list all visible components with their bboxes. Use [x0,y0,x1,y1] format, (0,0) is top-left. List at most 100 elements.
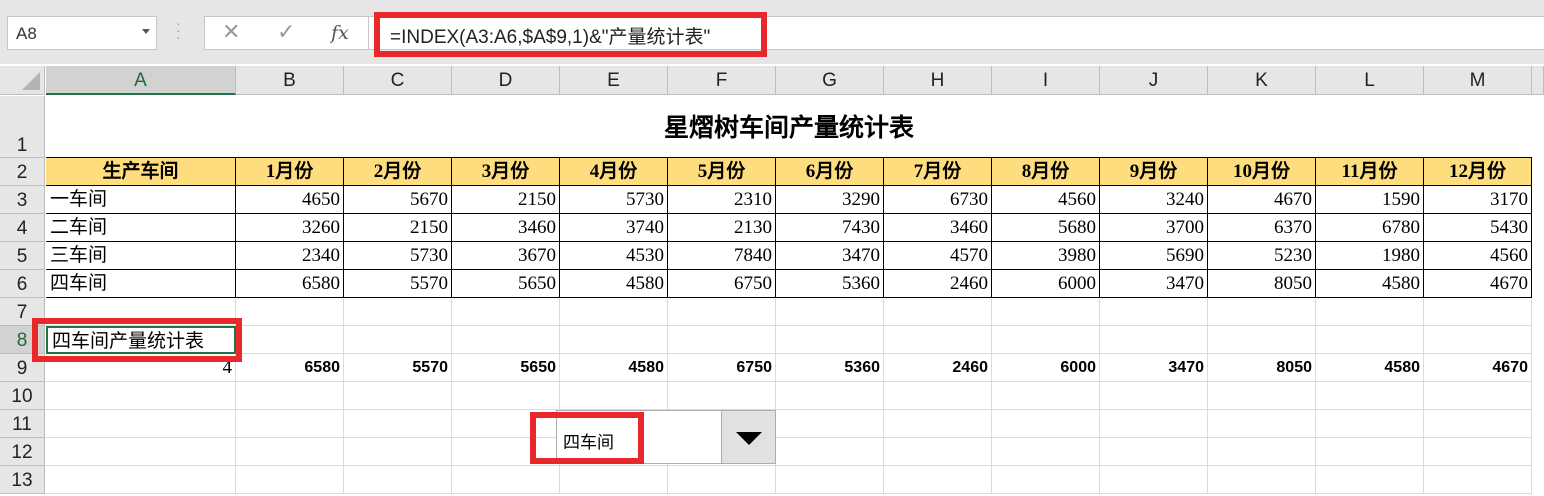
lookup-value-cell[interactable]: 6000 [992,354,1100,382]
empty-cell[interactable] [1100,326,1208,354]
empty-cell[interactable] [1316,382,1424,410]
empty-cell[interactable] [1424,298,1532,326]
empty-cell[interactable] [992,298,1100,326]
sheet-title[interactable]: 星熠树车间产量统计表 [46,96,1532,158]
empty-cell[interactable] [1424,326,1532,354]
empty-cell[interactable] [1100,410,1208,438]
empty-cell[interactable] [884,410,992,438]
column-header-d[interactable]: D [452,66,560,95]
row-header-9[interactable]: 9 [0,354,45,382]
table-value-cell[interactable]: 3290 [776,186,884,214]
empty-cell[interactable] [560,326,668,354]
empty-cell[interactable] [992,382,1100,410]
table-header-cell[interactable]: 12月份 [1424,158,1532,186]
table-value-cell[interactable]: 6730 [884,186,992,214]
table-header-cell[interactable]: 3月份 [452,158,560,186]
empty-cell[interactable] [46,298,236,326]
table-header-cell[interactable]: 10月份 [1208,158,1316,186]
row-header-5[interactable]: 5 [0,242,45,270]
row-header-4[interactable]: 4 [0,214,45,242]
enter-check-icon[interactable]: ✓ [277,19,295,45]
table-value-cell[interactable]: 4580 [560,270,668,298]
table-value-cell[interactable]: 3460 [452,214,560,242]
table-header-cell[interactable]: 7月份 [884,158,992,186]
empty-cell[interactable] [344,298,452,326]
table-value-cell[interactable]: 5730 [560,186,668,214]
table-value-cell[interactable]: 8050 [1208,270,1316,298]
column-header-h[interactable]: H [884,66,992,95]
combo-dropdown-button[interactable] [721,411,775,463]
empty-cell[interactable] [992,438,1100,466]
empty-cell[interactable] [884,382,992,410]
table-header-cell[interactable]: 5月份 [668,158,776,186]
table-value-cell[interactable]: 5690 [1100,242,1208,270]
empty-cell[interactable] [992,466,1100,494]
lookup-value-cell[interactable]: 5650 [452,354,560,382]
index-cell[interactable]: 4 [46,354,236,382]
empty-cell[interactable] [1100,438,1208,466]
empty-cell[interactable] [560,382,668,410]
empty-cell[interactable] [46,382,236,410]
table-value-cell[interactable]: 4650 [236,186,344,214]
column-header-e[interactable]: E [560,66,668,95]
empty-cell[interactable] [668,298,776,326]
table-header-cell[interactable]: 生产车间 [46,158,236,186]
workshop-name-cell[interactable]: 三车间 [46,242,236,270]
empty-cell[interactable] [1208,410,1316,438]
empty-cell[interactable] [776,438,884,466]
table-header-cell[interactable]: 8月份 [992,158,1100,186]
table-value-cell[interactable]: 5730 [344,242,452,270]
chevron-down-icon[interactable] [142,29,150,34]
empty-cell[interactable] [236,382,344,410]
table-value-cell[interactable]: 7840 [668,242,776,270]
table-value-cell[interactable]: 4530 [560,242,668,270]
row-header-6[interactable]: 6 [0,270,45,298]
empty-cell[interactable] [236,438,344,466]
empty-cell[interactable] [776,382,884,410]
table-value-cell[interactable]: 2340 [236,242,344,270]
empty-cell[interactable] [452,410,560,438]
row-header-12[interactable]: 12 [0,438,45,466]
empty-cell[interactable] [1316,410,1424,438]
column-header-k[interactable]: K [1208,66,1316,95]
table-value-cell[interactable]: 3470 [1100,270,1208,298]
empty-cell[interactable] [884,438,992,466]
select-all-corner[interactable] [0,66,45,95]
table-value-cell[interactable]: 5650 [452,270,560,298]
empty-cell[interactable] [1208,326,1316,354]
table-value-cell[interactable]: 3740 [560,214,668,242]
empty-cell[interactable] [1208,382,1316,410]
empty-cell[interactable] [1316,438,1424,466]
table-value-cell[interactable]: 4580 [1316,270,1424,298]
empty-cell[interactable] [1208,466,1316,494]
empty-cell[interactable] [560,466,668,494]
drag-handle-icon[interactable]: · · · [176,16,181,44]
name-box[interactable]: A8 [7,16,157,50]
column-header-l[interactable]: L [1316,66,1424,95]
lookup-value-cell[interactable]: 6750 [668,354,776,382]
empty-cell[interactable] [776,298,884,326]
empty-cell[interactable] [1424,466,1532,494]
empty-cell[interactable] [236,326,344,354]
empty-cell[interactable] [1208,438,1316,466]
table-value-cell[interactable]: 6000 [992,270,1100,298]
empty-cell[interactable] [1316,466,1424,494]
lookup-value-cell[interactable]: 4580 [1316,354,1424,382]
empty-cell[interactable] [452,326,560,354]
table-value-cell[interactable]: 4560 [1424,242,1532,270]
table-value-cell[interactable]: 3470 [776,242,884,270]
workshop-name-cell[interactable]: 四车间 [46,270,236,298]
table-value-cell[interactable]: 7430 [776,214,884,242]
table-header-cell[interactable]: 9月份 [1100,158,1208,186]
table-value-cell[interactable]: 5680 [992,214,1100,242]
column-header-b[interactable]: B [236,66,344,95]
table-value-cell[interactable]: 2130 [668,214,776,242]
cancel-icon[interactable]: ✕ [222,19,240,45]
table-header-cell[interactable]: 11月份 [1316,158,1424,186]
lookup-value-cell[interactable]: 8050 [1208,354,1316,382]
table-value-cell[interactable]: 1590 [1316,186,1424,214]
insert-function-icon[interactable]: fx [331,22,349,44]
lookup-value-cell[interactable]: 6580 [236,354,344,382]
column-header-i[interactable]: I [992,66,1100,95]
row-header-11[interactable]: 11 [0,410,45,438]
